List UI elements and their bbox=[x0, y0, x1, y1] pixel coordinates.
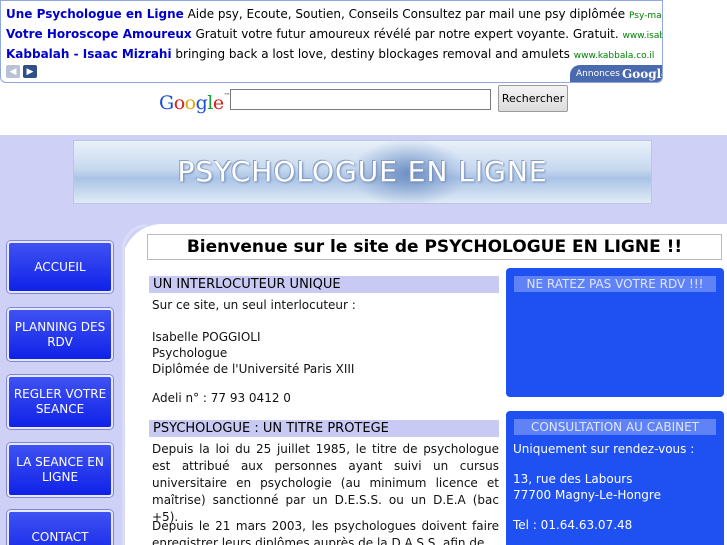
ad-text: bringing back a lost love, destiny block… bbox=[175, 47, 570, 61]
psychologist-diploma: Diplômée de l'Université Paris XIII bbox=[152, 362, 355, 376]
ad-title-link[interactable]: Votre Horoscope Amoureux bbox=[6, 27, 192, 41]
search-button[interactable]: Rechercher bbox=[498, 85, 568, 112]
cabinet-address-city: 77700 Magny-Le-Hongre bbox=[513, 488, 661, 502]
cabinet-appointment-note: Uniquement sur rendez-vous : bbox=[513, 442, 695, 456]
site-banner: PSYCHOLOGUE EN LIGNE bbox=[73, 140, 652, 204]
ad-title-link[interactable]: Une Psychologue en Ligne bbox=[6, 7, 184, 21]
rdv-reminder-box: NE RATEZ PAS VOTRE RDV !!! bbox=[506, 268, 724, 397]
adeli-number: Adeli n° : 77 93 0412 0 bbox=[152, 391, 291, 405]
ad-next-arrow-icon[interactable]: ▶ bbox=[23, 65, 37, 78]
ad-item[interactable]: Une Psychologue en Ligne Aide psy, Ecout… bbox=[6, 6, 662, 24]
ads-badge-label: Annonces bbox=[576, 69, 620, 79]
ad-prev-arrow-icon[interactable]: ◀ bbox=[6, 65, 20, 78]
paragraph-2003: Depuis le 21 mars 2003, les psychologues… bbox=[152, 519, 499, 545]
ad-text: Gratuit votre futur amoureux révélé par … bbox=[195, 27, 619, 41]
logo-letter: o bbox=[184, 92, 196, 114]
google-logo: Google™ bbox=[159, 92, 231, 114]
rdv-box-heading: NE RATEZ PAS VOTRE RDV !!! bbox=[514, 276, 716, 292]
cabinet-box-heading: CONSULTATION AU CABINET bbox=[514, 419, 716, 435]
banner-title: PSYCHOLOGUE EN LIGNE bbox=[177, 155, 548, 188]
psychologist-title: Psychologue bbox=[152, 346, 228, 360]
section-heading-titre-protege: PSYCHOLOGUE : UN TITRE PROTEGE bbox=[149, 420, 499, 437]
ad-title-link[interactable]: Kabbalah - Isaac Mizrahi bbox=[6, 47, 172, 61]
logo-letter: e bbox=[212, 92, 224, 114]
ad-text: Aide psy, Ecoute, Soutien, Conseils Cons… bbox=[187, 7, 626, 21]
logo-letter: o bbox=[173, 92, 185, 114]
psychologist-name: Isabelle POGGIOLI bbox=[152, 330, 261, 344]
google-search-form: Google™ Rechercher bbox=[153, 84, 573, 122]
ad-item[interactable]: Kabbalah - Isaac Mizrahi bringing back a… bbox=[6, 46, 654, 64]
intro-text: Sur ce site, un seul interlocuteur : bbox=[152, 298, 356, 312]
search-input[interactable] bbox=[230, 89, 491, 110]
welcome-heading: Bienvenue sur le site de PSYCHOLOGUE EN … bbox=[147, 234, 722, 260]
cabinet-address-street: 13, rue des Labours bbox=[513, 472, 633, 486]
paragraph-loi-1985: Depuis la loi du 25 juillet 1985, le tit… bbox=[152, 442, 499, 524]
ads-badge-brand: Google bbox=[621, 67, 662, 81]
nav-button-accueil[interactable]: ACCUEIL bbox=[7, 241, 113, 293]
nav-button-planning[interactable]: PLANNING DES RDV bbox=[7, 308, 113, 361]
ads-by-google-badge[interactable]: Annonces Google bbox=[570, 65, 662, 82]
ad-url[interactable]: www.kabbala.co.il bbox=[574, 51, 655, 61]
content-panel-edge bbox=[122, 224, 147, 545]
ad-url[interactable]: Psy-mail.com bbox=[629, 11, 662, 21]
section-heading-interlocuteur: UN INTERLOCUTEUR UNIQUE bbox=[149, 276, 499, 293]
ad-item[interactable]: Votre Horoscope Amoureux Gratuit votre f… bbox=[6, 26, 662, 44]
nav-button-seance-en-ligne[interactable]: LA SEANCE EN LIGNE bbox=[7, 443, 113, 497]
google-ads-box: Une Psychologue en Ligne Aide psy, Ecout… bbox=[0, 0, 663, 83]
cabinet-phone: Tel : 01.64.63.07.48 bbox=[513, 518, 633, 532]
nav-button-regler-seance[interactable]: REGLER VOTRE SEANCE bbox=[7, 375, 113, 429]
logo-letter: G bbox=[159, 92, 174, 114]
logo-letter: g bbox=[195, 92, 208, 114]
nav-button-contact[interactable]: CONTACT bbox=[7, 510, 113, 545]
cabinet-box: CONSULTATION AU CABINET Uniquement sur r… bbox=[506, 411, 724, 545]
ad-url[interactable]: www.isabella.fr bbox=[623, 31, 662, 41]
